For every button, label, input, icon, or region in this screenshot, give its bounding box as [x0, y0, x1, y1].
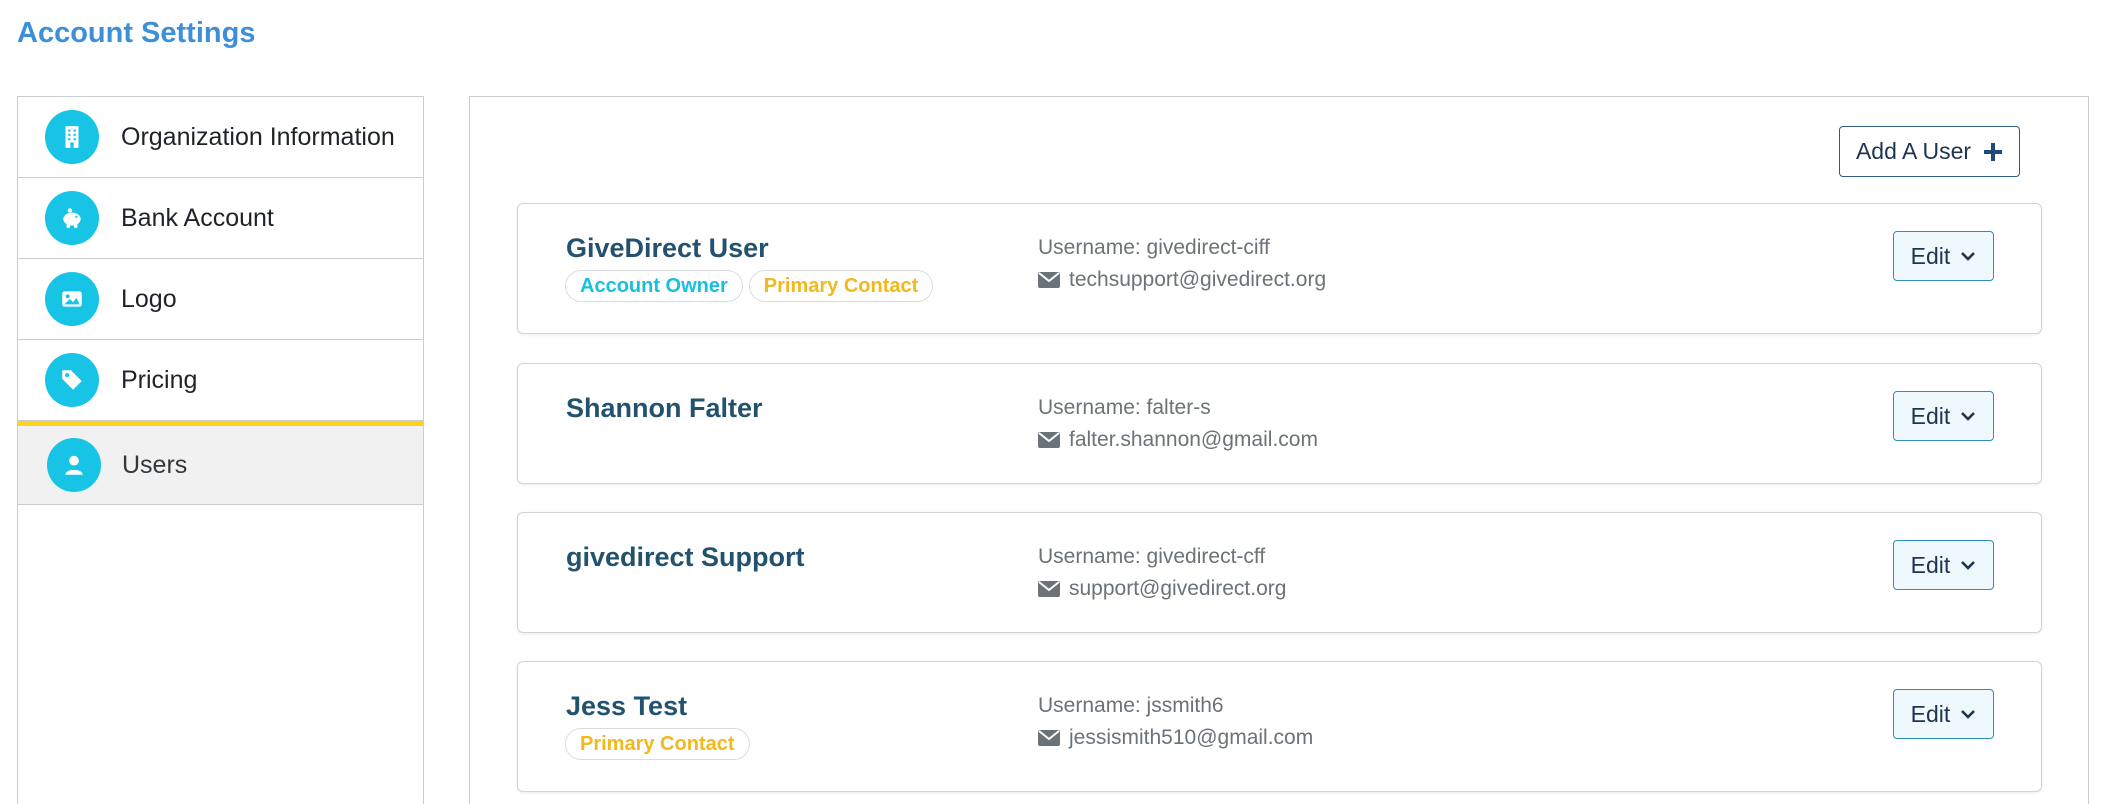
sidebar-item-label: Users [122, 450, 188, 479]
chevron-down-icon [1961, 252, 1976, 261]
primary-contact-badge: Primary Contact [748, 270, 934, 302]
primary-contact-badge: Primary Contact [565, 728, 750, 760]
user-username: Username: falter-s [1038, 396, 1211, 419]
edit-label: Edit [1910, 242, 1951, 269]
users-panel: Add A User GiveDirect User Account Owner… [469, 96, 2089, 804]
user-email: falter.shannon@gmail.com [1069, 428, 1318, 451]
tag-icon [45, 353, 99, 407]
envelope-icon [1038, 432, 1060, 448]
user-icon [47, 438, 101, 492]
envelope-icon [1038, 730, 1060, 746]
envelope-icon [1038, 272, 1060, 288]
edit-user-button[interactable]: Edit [1893, 231, 1994, 281]
user-email-row: falter.shannon@gmail.com [1038, 428, 1318, 452]
plus-icon [1984, 142, 2003, 161]
edit-user-button[interactable]: Edit [1893, 689, 1994, 739]
chevron-down-icon [1961, 561, 1976, 570]
user-email: support@givedirect.org [1069, 577, 1287, 600]
edit-label: Edit [1910, 402, 1951, 429]
edit-user-button[interactable]: Edit [1893, 391, 1994, 441]
user-name: givedirect Support [566, 542, 805, 572]
sidebar-item-logo[interactable]: Logo [18, 259, 423, 340]
user-email-row: jessismith510@gmail.com [1038, 726, 1313, 750]
image-icon [45, 272, 99, 326]
sidebar-item-users[interactable]: Users [18, 421, 423, 505]
sidebar-item-label: Logo [121, 284, 177, 313]
edit-label: Edit [1910, 551, 1951, 578]
user-email-row: techsupport@givedirect.org [1038, 268, 1326, 292]
user-badges: Primary Contact [565, 728, 750, 760]
sidebar-item-pricing[interactable]: Pricing [18, 340, 423, 421]
sidebar-item-label: Bank Account [121, 203, 274, 232]
user-card: givedirect Support Username: givedirect-… [517, 512, 2042, 633]
user-email: techsupport@givedirect.org [1069, 268, 1327, 291]
user-username: Username: givedirect-ciff [1038, 236, 1270, 259]
chevron-down-icon [1961, 412, 1976, 421]
user-name: Shannon Falter [566, 393, 763, 423]
settings-sidebar: Organization Information Bank Account Lo… [17, 96, 424, 804]
user-card: Shannon Falter Username: falter-s falter… [517, 363, 2042, 484]
building-icon [45, 110, 99, 164]
user-card: GiveDirect User Account Owner Primary Co… [517, 203, 2042, 334]
chevron-down-icon [1961, 710, 1976, 719]
user-name: Jess Test [566, 691, 688, 721]
user-username: Username: jssmith6 [1038, 694, 1224, 717]
sidebar-item-organization-information[interactable]: Organization Information [18, 97, 423, 178]
envelope-icon [1038, 581, 1060, 597]
user-card: Jess Test Primary Contact Username: jssm… [517, 661, 2042, 792]
sidebar-item-label: Pricing [121, 365, 198, 394]
user-email-row: support@givedirect.org [1038, 577, 1286, 601]
sidebar-item-label: Organization Information [121, 122, 395, 151]
user-name: GiveDirect User [566, 233, 769, 263]
page-title: Account Settings [17, 17, 256, 49]
edit-user-button[interactable]: Edit [1893, 540, 1994, 590]
account-owner-badge: Account Owner [565, 270, 743, 302]
piggy-bank-icon [45, 191, 99, 245]
user-username: Username: givedirect-cff [1038, 545, 1266, 568]
user-email: jessismith510@gmail.com [1069, 726, 1314, 749]
add-user-button[interactable]: Add A User [1839, 126, 2020, 177]
user-badges: Account Owner Primary Contact [565, 270, 934, 302]
edit-label: Edit [1910, 700, 1951, 727]
add-user-label: Add A User [1855, 138, 1972, 164]
sidebar-item-bank-account[interactable]: Bank Account [18, 178, 423, 259]
